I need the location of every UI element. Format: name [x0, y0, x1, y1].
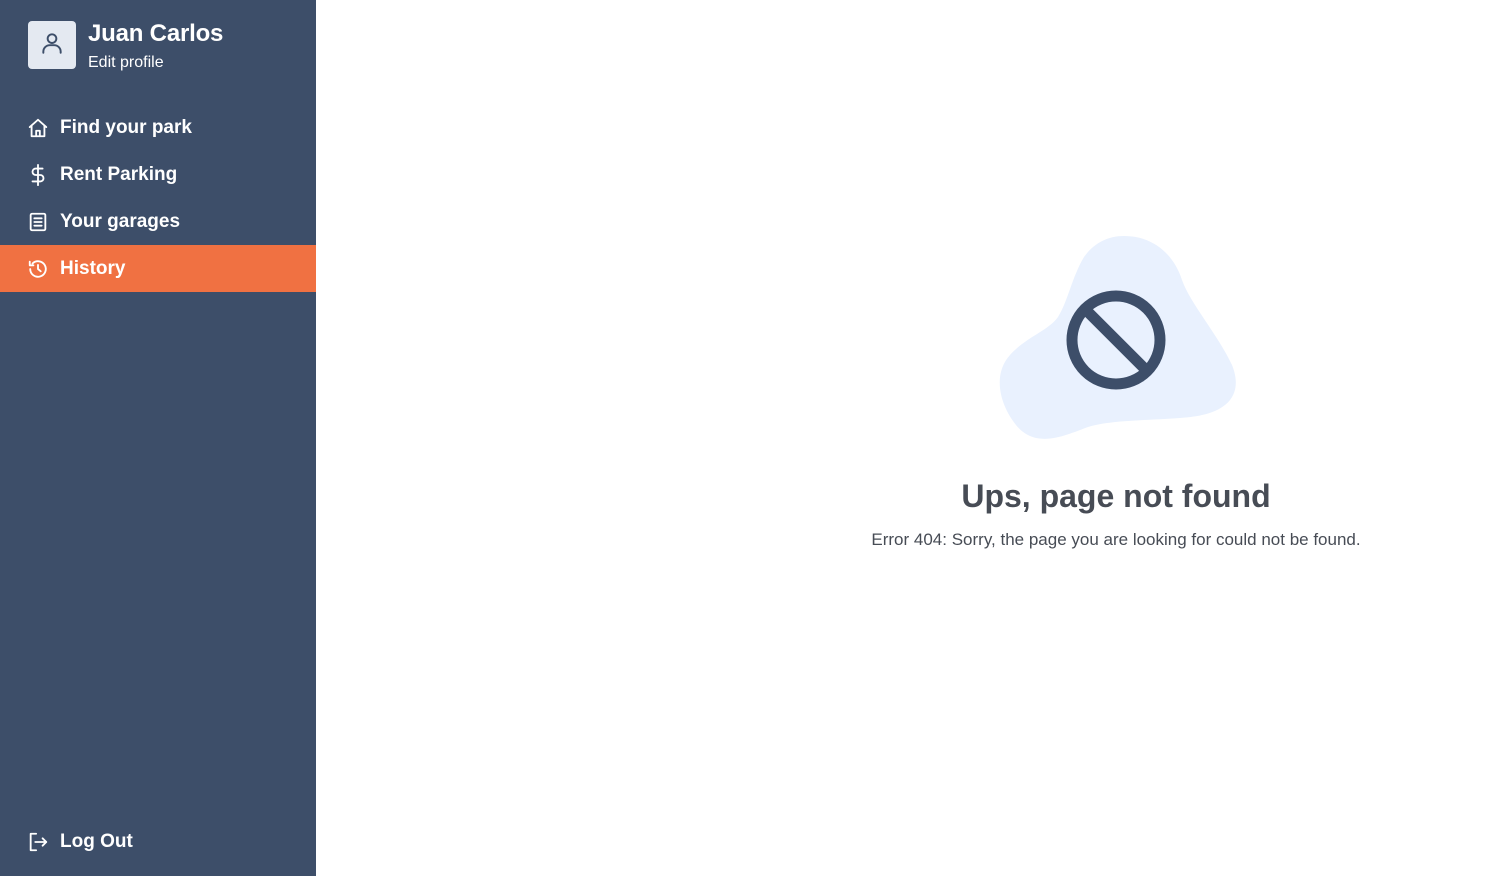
sidebar-item-find-your-park[interactable]: Find your park — [0, 104, 316, 151]
logout-label: Log Out — [60, 830, 133, 852]
error-message: Error 404: Sorry, the page you are looki… — [871, 530, 1361, 549]
sidebar-item-label: Your garages — [60, 210, 181, 232]
sidebar-item-label: History — [60, 257, 126, 279]
user-icon — [39, 30, 65, 61]
sidebar-item-your-garages[interactable]: Your garages — [0, 198, 316, 245]
sidebar-item-label: Rent Parking — [60, 163, 178, 185]
sidebar: Juan Carlos Edit profile Find your park — [0, 0, 316, 876]
error-title: Ups, page not found — [961, 478, 1271, 514]
main-content: Ups, page not found Error 404: Sorry, th… — [316, 0, 1497, 876]
profile-header: Juan Carlos Edit profile — [28, 20, 224, 73]
home-icon — [27, 117, 49, 139]
logout-icon — [27, 831, 49, 853]
error-text-container: Ups, page not found Error 404: Sorry, th… — [316, 0, 1497, 876]
dollar-icon — [27, 163, 49, 186]
history-icon — [27, 258, 49, 280]
profile-name: Juan Carlos — [88, 20, 224, 47]
sidebar-item-rent-parking[interactable]: Rent Parking — [0, 151, 316, 198]
sidebar-item-label: Find your park — [60, 116, 192, 138]
document-icon — [27, 211, 49, 233]
sidebar-nav: Find your park Rent Parking Your garages… — [0, 104, 316, 292]
sidebar-item-history[interactable]: History — [0, 245, 316, 292]
avatar[interactable] — [28, 21, 76, 69]
logout-button[interactable]: Log Out — [0, 818, 316, 865]
app: Juan Carlos Edit profile Find your park — [0, 0, 1497, 876]
error-illustration — [996, 235, 1238, 441]
edit-profile-link[interactable]: Edit profile — [88, 53, 164, 73]
